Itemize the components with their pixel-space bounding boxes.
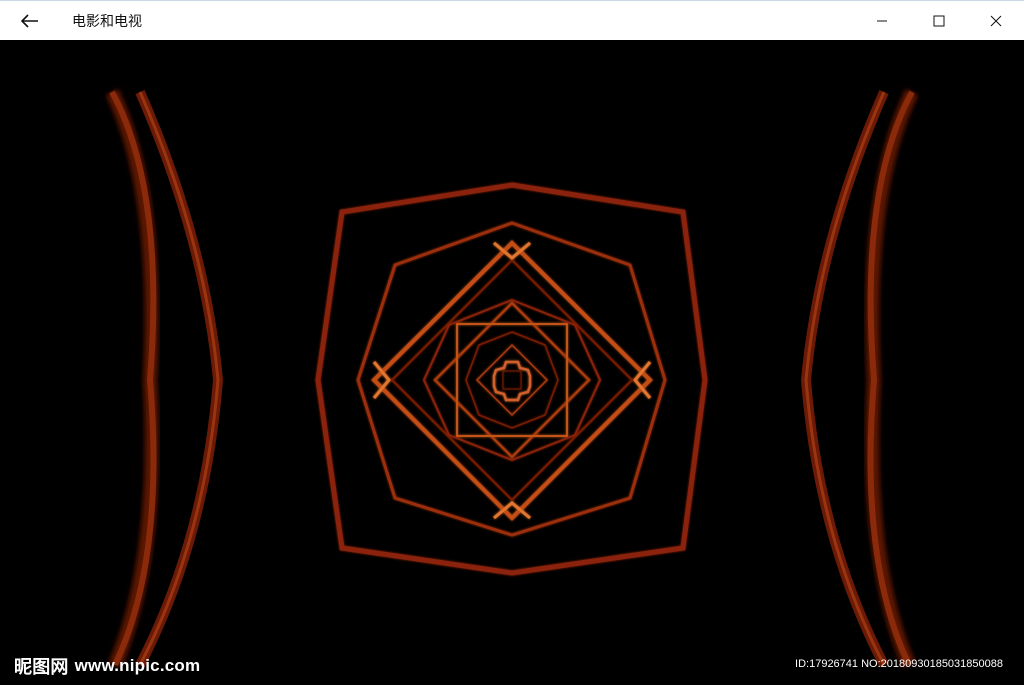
minimize-icon (876, 20, 887, 21)
media-player-window: 电影和电视 昵图网 www.nipic.com ID:17926741 NO:2… (0, 0, 1024, 685)
watermark-logo-cn: 昵图网 (14, 657, 69, 678)
maximize-icon (933, 15, 944, 26)
kaleidoscope-visual (0, 40, 1024, 685)
close-icon (990, 15, 1001, 26)
watermark-id: ID:17926741 NO:20180930185031850088 (795, 658, 1003, 670)
maximize-button[interactable] (910, 1, 967, 40)
watermark-logo: 昵图网 www.nipic.com (14, 653, 200, 679)
watermark-logo-url: www.nipic.com (74, 656, 201, 675)
window-controls (853, 1, 1024, 40)
minimize-button[interactable] (853, 1, 910, 40)
back-arrow-icon (21, 13, 38, 28)
back-button[interactable] (0, 1, 60, 40)
app-title: 电影和电视 (72, 13, 142, 30)
close-button[interactable] (967, 1, 1024, 40)
title-bar: 电影和电视 (0, 0, 1024, 40)
video-frame[interactable] (0, 40, 1024, 685)
